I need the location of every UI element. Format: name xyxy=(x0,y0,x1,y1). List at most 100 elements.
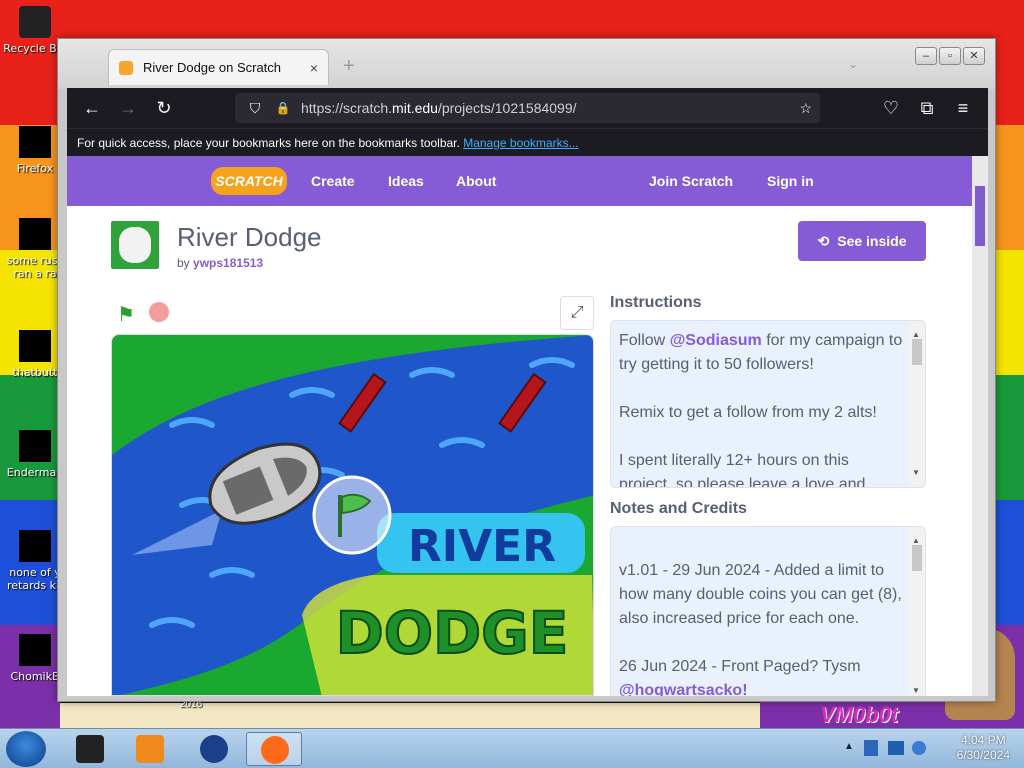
project-description: Instructions Follow @Sodiasum for my cam… xyxy=(610,294,926,696)
author-avatar[interactable] xyxy=(111,221,159,269)
project-stage[interactable]: RIVER DODGE xyxy=(111,334,594,696)
join-scratch-link[interactable]: Join Scratch xyxy=(649,173,733,189)
bear-avatar-icon xyxy=(119,227,151,263)
instructions-text: Follow xyxy=(619,332,670,349)
instructions-paragraph: I spent literally 12+ hours on this proj… xyxy=(619,452,866,488)
scratch-favicon-icon xyxy=(119,60,133,75)
green-flag-overlay-button[interactable] xyxy=(312,475,392,555)
navigation-toolbar: ← → ↻ ⛉ 🔒 https://scratch. mit.edu/projec… xyxy=(67,88,988,128)
taskbar-app-firefox[interactable] xyxy=(246,732,302,766)
tab-close-icon[interactable]: × xyxy=(310,60,318,76)
extensions-icon[interactable]: ⧉ xyxy=(912,93,942,123)
window-controls: – ▫ ✕ xyxy=(915,47,985,65)
stop-icon[interactable] xyxy=(149,302,169,322)
network-icon[interactable] xyxy=(888,741,904,755)
file-icon xyxy=(19,530,51,562)
scroll-down-icon[interactable]: ▼ xyxy=(912,461,920,485)
watermark: VM0b0t xyxy=(820,702,899,727)
mention-link[interactable]: @Sodiasum xyxy=(670,332,762,349)
sign-in-link[interactable]: Sign in xyxy=(767,173,814,189)
firefox-icon xyxy=(261,736,289,764)
bookmark-star-icon[interactable]: ☆ xyxy=(799,100,812,117)
instructions-heading: Instructions xyxy=(610,294,702,311)
tray-app-icon[interactable] xyxy=(864,740,878,756)
menu-icon[interactable]: ≡ xyxy=(948,93,978,123)
scratch-logo[interactable]: SCRATCH xyxy=(211,167,287,195)
maximize-button[interactable]: ▫ xyxy=(939,47,961,65)
page-viewport: SCRATCH Create Ideas About Join Scratch … xyxy=(67,156,972,696)
page-scroll-thumb[interactable] xyxy=(975,186,985,246)
instructions-paragraph: Remix to get a follow from my 2 alts! xyxy=(619,404,877,421)
file-icon xyxy=(19,218,51,250)
list-all-tabs-button[interactable]: ⌄ xyxy=(848,57,858,71)
scratch-header: SCRATCH Create Ideas About Join Scratch … xyxy=(67,156,972,206)
volume-icon[interactable] xyxy=(912,741,926,755)
notes-scrollbar[interactable]: ▲ ▼ xyxy=(909,527,925,696)
project-title: River Dodge xyxy=(177,222,322,252)
hamster-icon xyxy=(19,634,51,666)
instructions-panel[interactable]: Follow @Sodiasum for my campaign to try … xyxy=(610,320,926,488)
author-link[interactable]: ywps181513 xyxy=(193,256,263,270)
notes-paragraph: 26 Jun 2024 - Front Paged? Tysm xyxy=(619,658,861,675)
pocket-icon[interactable]: ♡ xyxy=(876,93,906,123)
instructions-scrollbar[interactable]: ▲ ▼ xyxy=(909,321,925,487)
minimize-button[interactable]: – xyxy=(915,47,937,65)
notes-paragraph: v1.01 - 29 Jun 2024 - Added a limit to h… xyxy=(619,562,902,627)
remix-icon: ⟲ xyxy=(817,232,830,249)
green-flag-icon[interactable]: ⚑ xyxy=(117,302,135,327)
page-scrollbar[interactable] xyxy=(972,156,988,696)
globe-icon xyxy=(200,735,228,763)
taskbar-app-media-player[interactable] xyxy=(122,732,178,766)
nav-ideas[interactable]: Ideas xyxy=(388,173,424,189)
forward-button[interactable]: → xyxy=(113,93,143,123)
project-author-line: by ywps181513 xyxy=(177,256,263,270)
bin-icon xyxy=(76,735,104,763)
stage-title-river: RIVER xyxy=(408,521,556,572)
tracking-shield-icon[interactable]: ⛉ xyxy=(245,100,265,117)
url-path: /projects/1021584099/ xyxy=(437,100,577,116)
see-inside-button[interactable]: ⟲ See inside xyxy=(798,221,926,261)
toolbar-right: ♡ ⧉ ≡ xyxy=(876,93,978,123)
scroll-down-icon[interactable]: ▼ xyxy=(912,679,920,696)
url-prefix: https://scratch. xyxy=(301,100,393,116)
recycle-bin-icon xyxy=(19,6,51,38)
address-bar[interactable]: ⛉ 🔒 https://scratch. mit.edu/projects/102… xyxy=(235,93,820,123)
stage-canvas: RIVER DODGE xyxy=(112,335,593,695)
bookmarks-hint: For quick access, place your bookmarks h… xyxy=(77,136,460,150)
desktop-cartoon-strip xyxy=(60,700,760,728)
tray-expand-icon[interactable]: ▲ xyxy=(844,741,854,752)
file-icon xyxy=(19,330,51,362)
tab-title: River Dodge on Scratch xyxy=(143,60,282,75)
notes-panel[interactable]: v1.01 - 29 Jun 2024 - Added a limit to h… xyxy=(610,526,926,696)
clock[interactable]: 4:04 PM 6/30/2024 xyxy=(957,733,1010,763)
firefox-icon xyxy=(19,126,51,158)
by-label: by xyxy=(177,256,190,270)
nav-about[interactable]: About xyxy=(456,173,496,189)
scroll-thumb[interactable] xyxy=(912,339,922,365)
nav-create[interactable]: Create xyxy=(311,173,355,189)
mention-link[interactable]: @hogwartsacko! xyxy=(619,679,903,696)
system-tray: ▲ 4:04 PM 6/30/2024 xyxy=(838,729,1024,768)
new-tab-button[interactable]: + xyxy=(343,55,355,78)
file-icon xyxy=(19,430,51,462)
clock-date: 6/30/2024 xyxy=(956,748,1010,762)
see-inside-label: See inside xyxy=(837,233,907,249)
browser-window: River Dodge on Scratch × + ⌄ – ▫ ✕ ← → ↻… xyxy=(57,38,996,702)
taskbar: ▲ 4:04 PM 6/30/2024 xyxy=(0,728,1024,768)
title-bar: River Dodge on Scratch × + ⌄ – ▫ ✕ xyxy=(58,39,995,89)
reload-button[interactable]: ↻ xyxy=(149,93,179,123)
start-button[interactable] xyxy=(6,731,46,767)
taskbar-app-globe[interactable] xyxy=(186,732,242,766)
tab-river-dodge[interactable]: River Dodge on Scratch × xyxy=(108,49,329,85)
taskbar-app-recycle[interactable] xyxy=(62,732,118,766)
clock-time: 4:04 PM xyxy=(960,733,1006,747)
close-window-button[interactable]: ✕ xyxy=(963,47,985,65)
stage-title-dodge: DODGE xyxy=(336,599,569,667)
manage-bookmarks-link[interactable]: Manage bookmarks... xyxy=(463,136,578,150)
fullscreen-icon[interactable]: ⤢ xyxy=(560,296,594,330)
bookmarks-toolbar: For quick access, place your bookmarks h… xyxy=(67,128,988,156)
instructions-paragraph: Follow @Sodiasum for my campaign to try … xyxy=(619,329,903,377)
back-button[interactable]: ← xyxy=(77,93,107,123)
scroll-thumb[interactable] xyxy=(912,545,922,571)
lock-icon[interactable]: 🔒 xyxy=(273,101,293,115)
